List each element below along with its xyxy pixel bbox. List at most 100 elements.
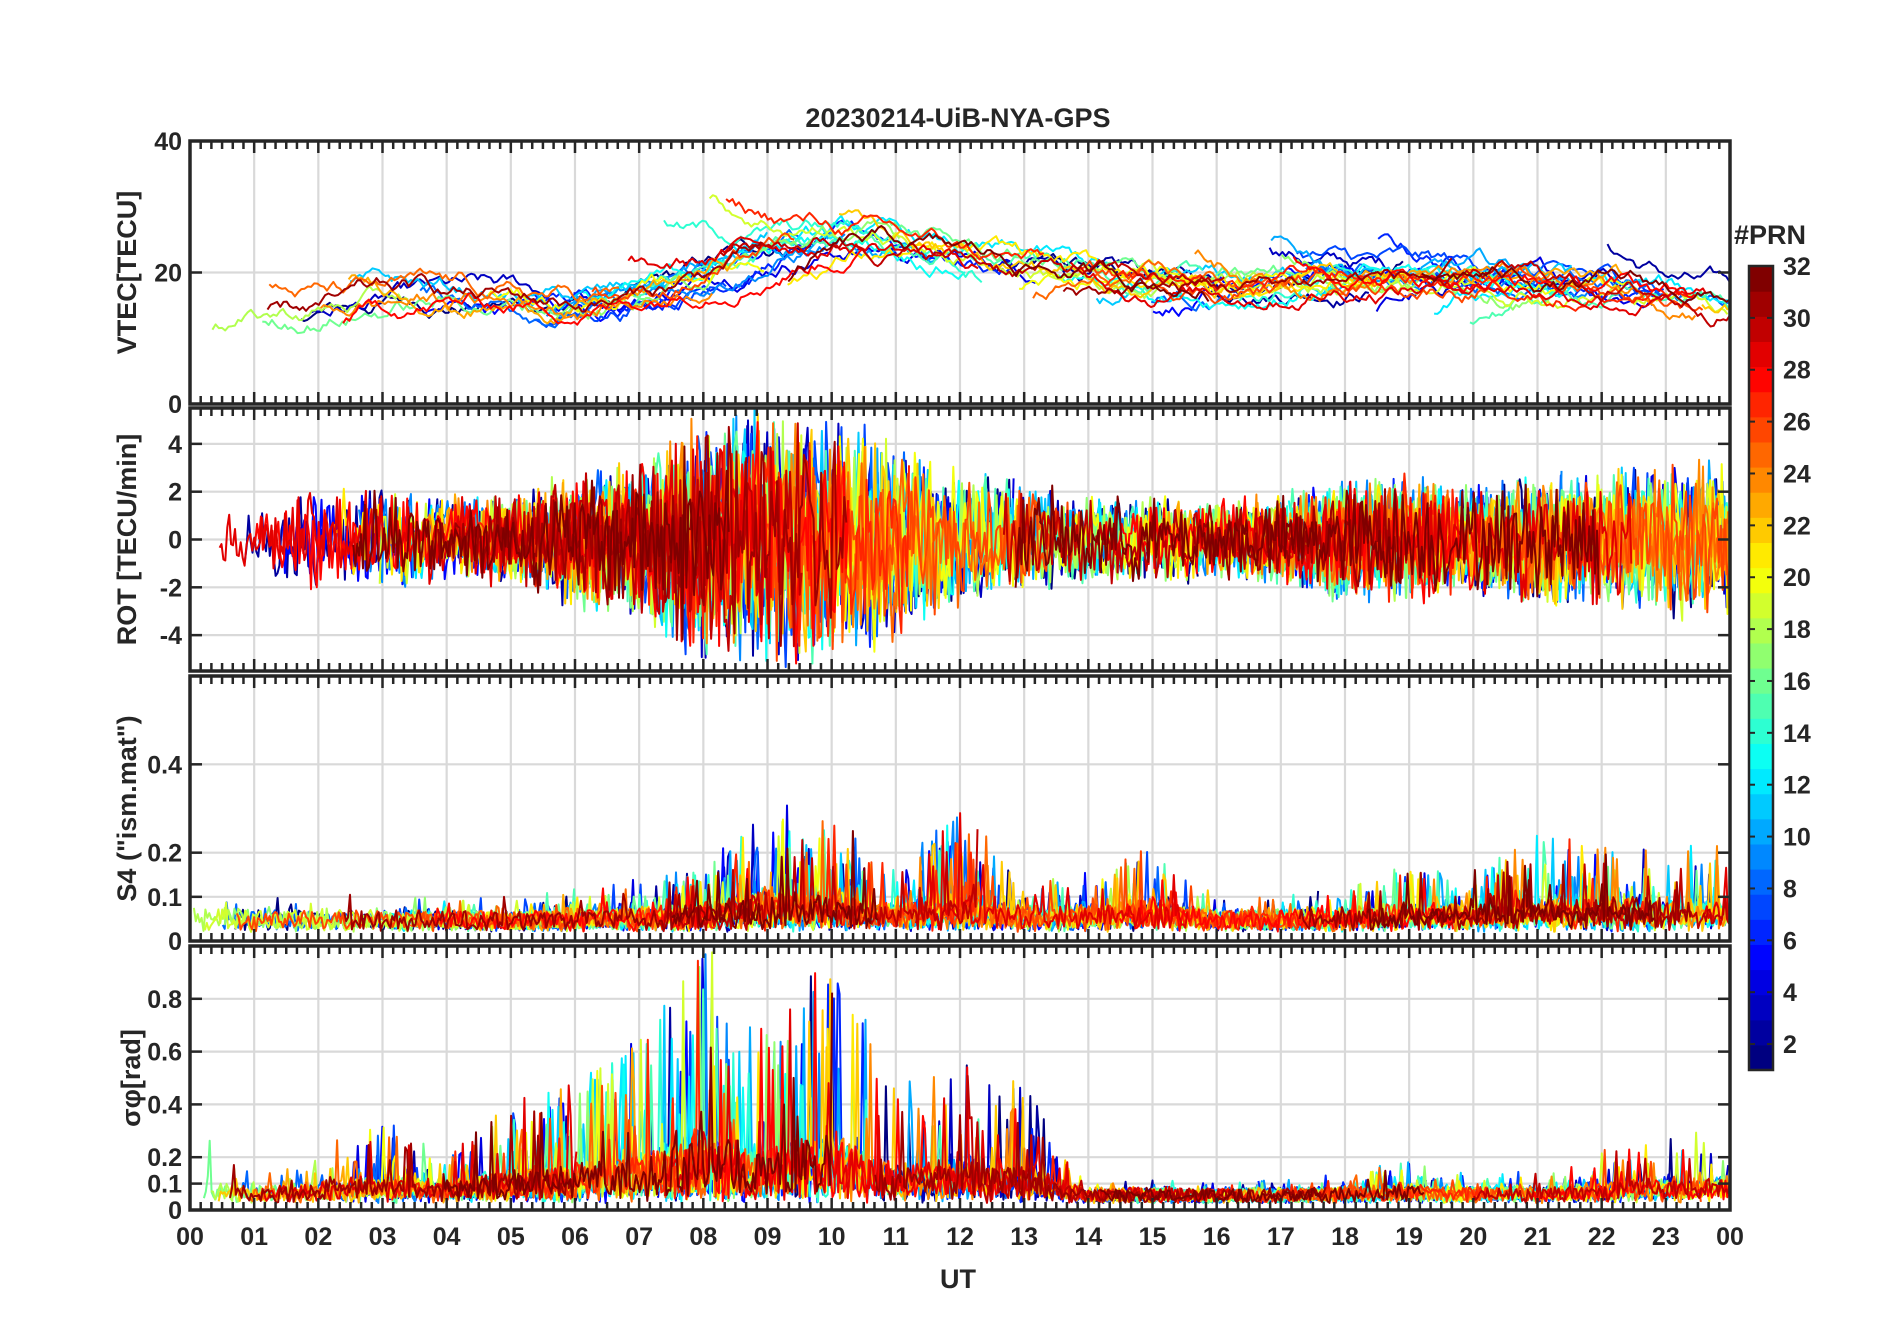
vtec-y-tick-label: 20 bbox=[154, 260, 182, 288]
rot-y-axis-label: ROT [TECU/min] bbox=[112, 434, 142, 645]
figure: 20230214-UiB-NYA-GPS 02040VTEC[TECU] -4-… bbox=[112, 103, 1811, 1294]
s4-y-tick-label: 0 bbox=[168, 928, 182, 956]
x-tick-label: 07 bbox=[625, 1223, 653, 1251]
s4-y-tick-label: 0.4 bbox=[147, 751, 182, 779]
colorbar-tick-label: 2 bbox=[1783, 1031, 1797, 1059]
colorbar-segment bbox=[1749, 467, 1773, 493]
colorbar-tick-label: 4 bbox=[1783, 979, 1797, 1007]
colorbar-segment bbox=[1749, 1044, 1773, 1071]
x-tick-label: 23 bbox=[1652, 1223, 1680, 1251]
sigma_phi-y-tick-label: 0.4 bbox=[147, 1091, 182, 1119]
colorbar: 2468101214161820222426283032 bbox=[1747, 253, 1811, 1072]
colorbar-tick-label: 28 bbox=[1783, 357, 1811, 385]
x-tick-label: 19 bbox=[1395, 1223, 1423, 1251]
colorbar-tick-label: 22 bbox=[1783, 512, 1811, 540]
colorbar-segment bbox=[1749, 416, 1773, 443]
sigma_phi-y-axis-label: σφ[rad] bbox=[116, 1029, 146, 1127]
x-tick-label: 11 bbox=[883, 1223, 910, 1251]
sigma-phi-panel: 00.10.2 0.4 0.6 0.8σφ[rad] bbox=[116, 944, 1732, 1225]
colorbar-segment bbox=[1749, 793, 1773, 820]
colorbar-tick-label: 8 bbox=[1783, 875, 1797, 903]
x-tick-label: 15 bbox=[1139, 1223, 1167, 1251]
x-tick-label: 12 bbox=[946, 1223, 974, 1251]
x-axis-label: UT bbox=[940, 1264, 976, 1294]
sigma_phi-y-tick-label: 0 bbox=[168, 1197, 182, 1225]
colorbar-tick-label: 26 bbox=[1783, 409, 1811, 437]
colorbar-segment bbox=[1749, 316, 1773, 342]
x-tick-label: 04 bbox=[433, 1223, 461, 1251]
s4-y-axis-label: S4 ("ism.mat") bbox=[112, 715, 142, 901]
colorbar-segment bbox=[1749, 693, 1773, 719]
rot-y-tick-label: 4 bbox=[168, 431, 182, 459]
colorbar-segment bbox=[1749, 894, 1773, 920]
colorbar-tick-label: 24 bbox=[1783, 460, 1811, 488]
colorbar-segment bbox=[1749, 944, 1773, 971]
x-tick-label: 13 bbox=[1010, 1223, 1038, 1251]
colorbar-tick-label: 14 bbox=[1783, 720, 1811, 748]
colorbar-tick-label: 10 bbox=[1783, 824, 1811, 852]
rot-y-tick-label: 2 bbox=[168, 479, 182, 507]
colorbar-segment bbox=[1749, 492, 1773, 518]
colorbar-segment bbox=[1749, 542, 1773, 569]
x-tick-label: 16 bbox=[1203, 1223, 1231, 1251]
colorbar-tick-label: 6 bbox=[1783, 927, 1797, 955]
colorbar-segment bbox=[1749, 718, 1773, 744]
rot-y-tick-label: -4 bbox=[160, 622, 182, 650]
colorbar-segment bbox=[1749, 869, 1773, 895]
x-tick-label: 20 bbox=[1459, 1223, 1487, 1251]
x-tick-label: 14 bbox=[1074, 1223, 1102, 1251]
sigma_phi-y-tick-label: 0.2 bbox=[147, 1144, 182, 1172]
vtec-y-tick-label: 0 bbox=[168, 391, 182, 419]
rot-panel: -4 -2 0 2 4 ROT [TECU/min] bbox=[112, 406, 1732, 673]
colorbar-segment bbox=[1749, 266, 1773, 292]
x-tick-label: 06 bbox=[561, 1223, 589, 1251]
colorbar-segment bbox=[1749, 441, 1773, 468]
rot-y-tick-label: -2 bbox=[160, 574, 182, 602]
colorbar-tick-label: 32 bbox=[1783, 253, 1811, 281]
x-tick-label: 00 bbox=[1716, 1223, 1744, 1251]
colorbar-label: #PRN bbox=[1734, 220, 1806, 250]
colorbar-segment bbox=[1749, 592, 1773, 619]
x-tick-label: 05 bbox=[497, 1223, 525, 1251]
colorbar-tick-label: 18 bbox=[1783, 616, 1811, 644]
x-tick-label: 01 bbox=[240, 1223, 268, 1251]
sigma_phi-y-tick-label: 0.1 bbox=[147, 1171, 182, 1199]
colorbar-tick-label: 30 bbox=[1783, 305, 1811, 333]
vtec-y-axis-label: VTEC[TECU] bbox=[112, 191, 142, 355]
colorbar-segment bbox=[1749, 517, 1773, 543]
colorbar-segment bbox=[1749, 843, 1773, 870]
colorbar-segment bbox=[1749, 818, 1773, 845]
x-tick-label: 22 bbox=[1588, 1223, 1616, 1251]
x-tick-label: 09 bbox=[754, 1223, 782, 1251]
sigma_phi-y-tick-label: 0.6 bbox=[147, 1039, 182, 1067]
s4-y-tick-label: 0.2 bbox=[147, 840, 182, 868]
colorbar-segment bbox=[1749, 341, 1773, 368]
x-tick-label: 03 bbox=[369, 1223, 397, 1251]
s4-panel: 0 0.1 0.2 0.4S4 ("ism.mat") bbox=[112, 674, 1732, 956]
s4-y-tick-label: 0.1 bbox=[147, 884, 182, 912]
colorbar-segment bbox=[1749, 1019, 1773, 1046]
x-tick-label: 02 bbox=[304, 1223, 332, 1251]
colorbar-segment bbox=[1749, 291, 1773, 317]
x-axis-tick-labels: 00 01 02 03 04 05 06 07 08 09 10 11 12 13 14 15 16 17 18 19… bbox=[176, 1223, 1744, 1251]
x-tick-label: 10 bbox=[818, 1223, 846, 1251]
x-tick-label: 18 bbox=[1331, 1223, 1359, 1251]
colorbar-segment bbox=[1749, 768, 1773, 795]
chart-title: 20230214-UiB-NYA-GPS bbox=[805, 103, 1110, 133]
x-tick-label: 08 bbox=[689, 1223, 717, 1251]
colorbar-tick-label: 12 bbox=[1783, 772, 1811, 800]
colorbar-segment bbox=[1749, 994, 1773, 1021]
rot-y-tick-label: 0 bbox=[168, 527, 182, 555]
colorbar-tick-label: 16 bbox=[1783, 668, 1811, 696]
x-tick-label: 00 bbox=[176, 1223, 204, 1251]
x-tick-label: 17 bbox=[1267, 1223, 1295, 1251]
vtec-panel: 0 20 40 VTEC[TECU] bbox=[112, 128, 1732, 419]
colorbar-segment bbox=[1749, 743, 1773, 770]
vtec-y-tick-label: 40 bbox=[154, 128, 182, 156]
sigma_phi-y-tick-label: 0.8 bbox=[147, 986, 182, 1014]
colorbar-segment bbox=[1749, 642, 1773, 669]
colorbar-segment bbox=[1749, 617, 1773, 644]
x-tick-label: 21 bbox=[1524, 1223, 1552, 1251]
colorbar-tick-label: 20 bbox=[1783, 564, 1811, 592]
colorbar-segment bbox=[1749, 567, 1773, 594]
